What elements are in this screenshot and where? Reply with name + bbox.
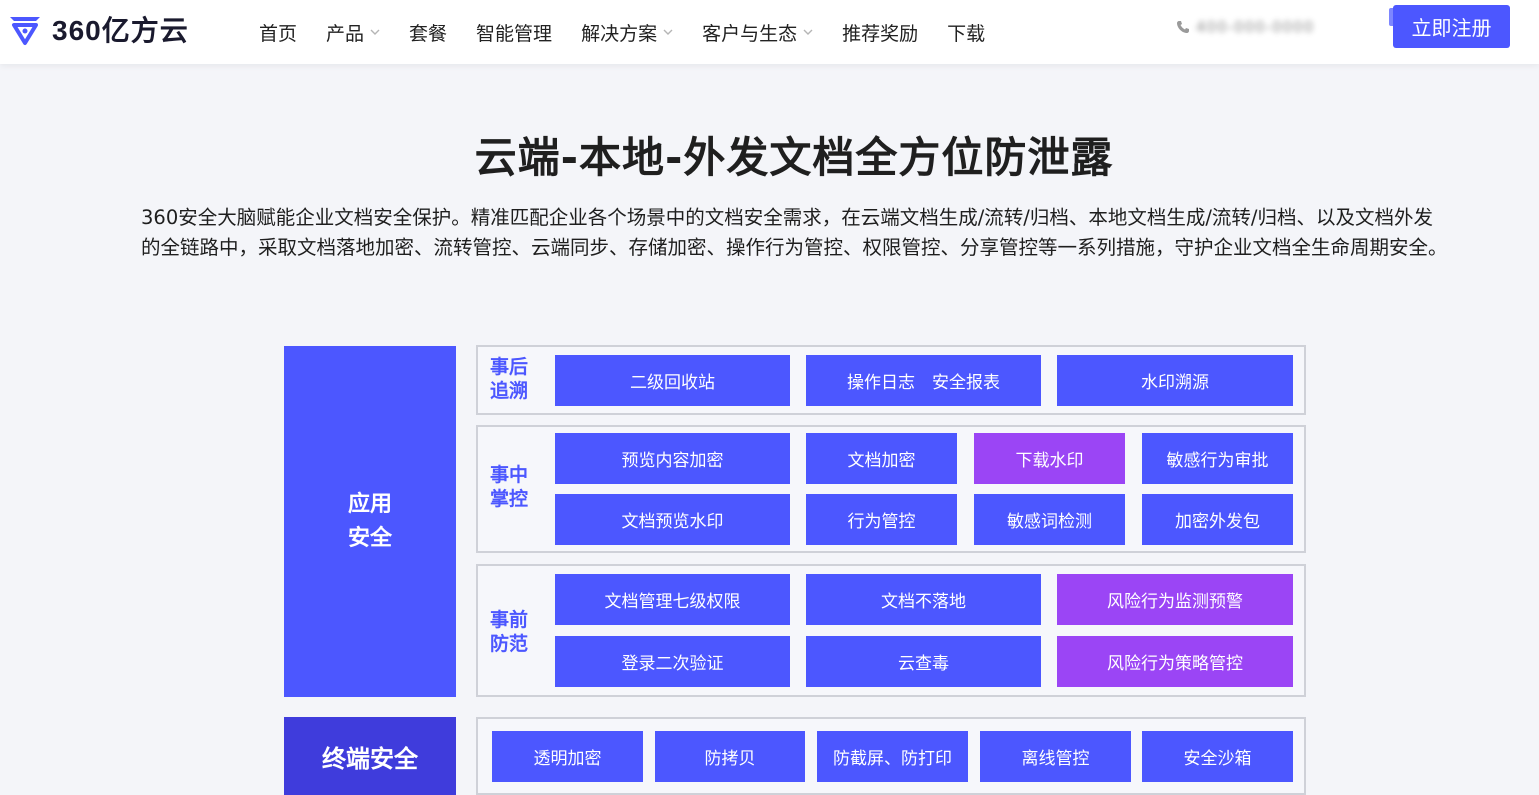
- chevron-down-icon: [663, 29, 673, 35]
- nav-item-customers-ecosystem[interactable]: 客户与生态: [702, 19, 813, 46]
- nav-item-smart-management[interactable]: 智能管理: [476, 19, 552, 46]
- brand-logo-icon: [10, 17, 40, 45]
- category-label: 终端安全: [322, 744, 418, 773]
- tile-no-local-storage[interactable]: 文档不落地: [806, 574, 1041, 625]
- nav-item-home[interactable]: 首页: [259, 19, 297, 46]
- brand-name: 360亿方云: [52, 15, 189, 46]
- tile-preview-watermark[interactable]: 文档预览水印: [555, 494, 790, 545]
- brand-logo[interactable]: 360亿方云: [6, 9, 189, 49]
- tile-encrypted-package[interactable]: 加密外发包: [1142, 494, 1293, 545]
- group-pre-prevention: 事前 防范 文档管理七级权限 文档不落地 风险行为监测预警 登录二次验证 云查毒…: [476, 564, 1306, 697]
- tile-behavior-control[interactable]: 行为管控: [806, 494, 957, 545]
- register-button[interactable]: 立即注册: [1393, 5, 1510, 48]
- group-label-line: 掌控: [490, 488, 529, 510]
- group-post-tracing: 事后 追溯 二级回收站 操作日志 安全报表 水印溯源: [476, 345, 1306, 415]
- tile-seven-level-permission[interactable]: 文档管理七级权限: [555, 574, 790, 625]
- top-header: 360亿方云 首页 产品 套餐 智能管理 解决方案 客户与生态 推荐奖励 下载 …: [0, 0, 1539, 64]
- phone-icon: [1177, 21, 1189, 33]
- nav-item-label: 智能管理: [476, 22, 553, 45]
- tile-preview-encryption[interactable]: 预览内容加密: [555, 433, 790, 484]
- tile-screenshot-print-protection[interactable]: 防截屏、防打印: [817, 731, 968, 782]
- tile-document-encryption[interactable]: 文档加密: [806, 433, 957, 484]
- chevron-down-icon: [370, 29, 380, 35]
- group-label-line: 防范: [490, 633, 529, 655]
- tile-sensitive-approval[interactable]: 敏感行为审批: [1142, 433, 1293, 484]
- tile-risk-monitoring[interactable]: 风险行为监测预警: [1057, 574, 1293, 625]
- section-title: 云端-本地-外发文档全方位防泄露: [474, 133, 1114, 182]
- tile-watermark-trace[interactable]: 水印溯源: [1057, 355, 1293, 406]
- nav-item-download[interactable]: 下载: [947, 19, 985, 46]
- category-label-line: 安全: [347, 525, 392, 551]
- tile-recycle-bin[interactable]: 二级回收站: [555, 355, 790, 406]
- group-label: 事前 防范: [490, 608, 540, 656]
- nav-item-label: 推荐奖励: [842, 22, 919, 45]
- tile-transparent-encryption[interactable]: 透明加密: [492, 731, 643, 782]
- group-label-line: 事前: [490, 609, 529, 631]
- tile-offline-control[interactable]: 离线管控: [980, 731, 1131, 782]
- tile-operation-log[interactable]: 操作日志 安全报表: [806, 355, 1041, 406]
- tile-copy-protection[interactable]: 防拷贝: [655, 731, 805, 782]
- category-app-security: 应用 安全: [284, 346, 456, 697]
- category-label-line: 应用: [347, 491, 392, 517]
- tile-download-watermark[interactable]: 下载水印: [974, 433, 1125, 484]
- group-label-line: 追溯: [490, 380, 529, 402]
- nav-item-label: 客户与生态: [702, 22, 798, 45]
- nav-item-label: 套餐: [409, 22, 448, 45]
- category-terminal-security: 终端安全: [284, 717, 456, 795]
- tile-two-factor-login[interactable]: 登录二次验证: [555, 636, 790, 687]
- chevron-down-icon: [803, 29, 813, 35]
- nav-item-referral[interactable]: 推荐奖励: [842, 19, 918, 46]
- phone-number: 400-000-0000: [1196, 18, 1315, 36]
- group-label: 事中 掌控: [490, 463, 540, 511]
- group-label: 事后 追溯: [490, 355, 540, 403]
- nav-item-label: 产品: [326, 22, 365, 45]
- tile-cloud-antivirus[interactable]: 云查毒: [806, 636, 1041, 687]
- nav-item-plans[interactable]: 套餐: [409, 19, 447, 46]
- section-description: 360安全大脑赋能企业文档安全保护。精准匹配企业各个场景中的文档安全需求，在云端…: [141, 206, 1448, 259]
- group-during-control: 事中 掌控 预览内容加密 文档加密 下载水印 敏感行为审批 文档预览水印 行为管…: [476, 425, 1306, 553]
- group-terminal: 透明加密 防拷贝 防截屏、防打印 离线管控 安全沙箱: [476, 717, 1306, 795]
- nav-item-label: 解决方案: [581, 22, 658, 45]
- nav-item-products[interactable]: 产品: [326, 19, 380, 46]
- main-nav: 首页 产品 套餐 智能管理 解决方案 客户与生态 推荐奖励 下载: [259, 0, 1014, 64]
- contact-phone[interactable]: 400-000-0000: [1176, 14, 1376, 40]
- nav-item-label: 下载: [947, 22, 986, 45]
- nav-item-label: 首页: [259, 22, 298, 45]
- tile-security-sandbox[interactable]: 安全沙箱: [1142, 731, 1293, 782]
- group-label-line: 事中: [490, 464, 529, 486]
- tile-risk-policy-control[interactable]: 风险行为策略管控: [1057, 636, 1293, 687]
- group-label-line: 事后: [490, 356, 529, 378]
- nav-item-solutions[interactable]: 解决方案: [581, 19, 673, 46]
- tile-sensitive-word-detection[interactable]: 敏感词检测: [974, 494, 1125, 545]
